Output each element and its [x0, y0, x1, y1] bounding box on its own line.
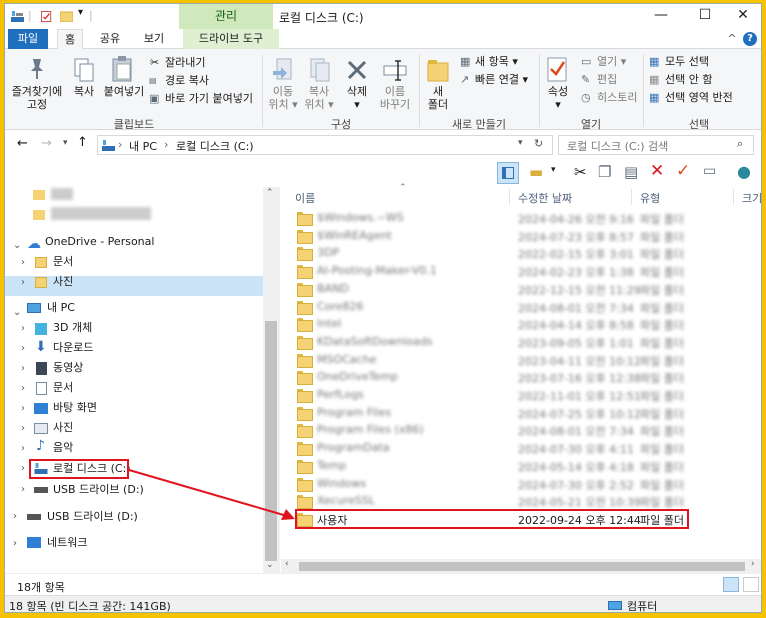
location-status: 컴퓨터 [627, 600, 658, 613]
scroll-right-icon[interactable]: › [751, 559, 755, 569]
scroll-left-icon[interactable]: ‹ [285, 559, 289, 569]
list-scrollbar-thumb[interactable] [299, 562, 745, 571]
large-icons-view-icon[interactable] [743, 577, 759, 592]
annotation-arrow [128, 469, 295, 520]
item-count: 18개 항목 [17, 581, 65, 594]
computer-status-icon [608, 601, 622, 610]
explorer-window: | ▾ | 관리 로컬 디스크 (C:) — ☐ ✕ 파일 홈 공유 보기 드라… [4, 3, 762, 613]
details-view-icon[interactable] [723, 577, 739, 592]
disk-status-bar: 18 항목 (빈 디스크 공간: 141GB) 컴퓨터 [5, 595, 761, 613]
disk-space-status: 18 항목 (빈 디스크 공간: 141GB) [9, 600, 171, 613]
status-bar: 18개 항목 [5, 573, 761, 595]
